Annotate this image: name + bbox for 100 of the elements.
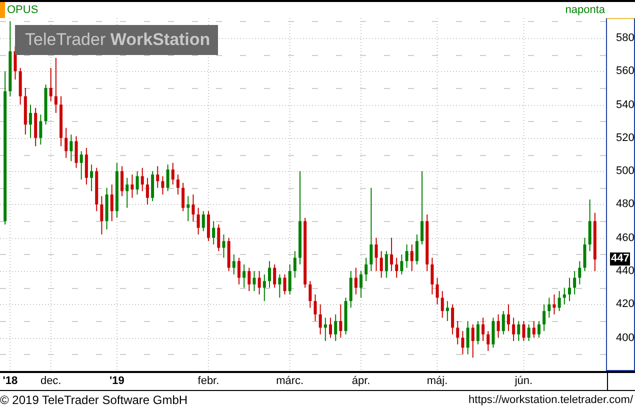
candle [100, 196, 104, 235]
candle [471, 324, 474, 358]
candle [90, 164, 94, 192]
candle [548, 297, 551, 318]
candle [222, 234, 226, 258]
candle [461, 330, 464, 355]
candle [502, 310, 505, 335]
date-label: máj. [426, 375, 448, 387]
candle [156, 166, 160, 188]
candle [384, 250, 388, 278]
candle [24, 87, 27, 136]
candle [304, 217, 307, 288]
instrument-name: OPUS [7, 4, 38, 16]
candle [395, 257, 398, 278]
candle [293, 250, 296, 278]
candle [196, 207, 200, 235]
candle [171, 162, 174, 185]
series-marker-icon [0, 2, 5, 18]
candle [64, 127, 68, 158]
candle [573, 270, 576, 295]
candle [360, 270, 363, 298]
candle [18, 67, 22, 106]
candle [227, 237, 230, 272]
candle [126, 177, 129, 208]
website-link[interactable]: https://workstation.teletrader.com/ [468, 394, 633, 406]
candle [74, 136, 78, 168]
candle [522, 320, 526, 342]
candle [54, 57, 58, 114]
candle [70, 134, 73, 162]
last-price-tag: 447 [610, 252, 630, 266]
candle [486, 330, 490, 352]
candle [390, 237, 394, 272]
candle [262, 274, 266, 302]
candle [517, 320, 520, 342]
candle [151, 170, 154, 202]
candle [95, 167, 98, 212]
candle [161, 176, 164, 195]
candle [192, 194, 195, 222]
price-tick-label: 540 [616, 98, 634, 111]
watermark-logo: TeleTrader WorkStation [15, 25, 218, 55]
candle [349, 270, 352, 308]
candle [29, 104, 32, 138]
candle [288, 264, 292, 295]
copyright-text: © 2019 TeleTrader Software GmbH [0, 392, 188, 406]
interval-label: naponta [565, 4, 606, 16]
candle [136, 170, 139, 195]
candle [558, 290, 561, 312]
candle [588, 199, 592, 252]
price-tick-label: 580 [616, 32, 634, 44]
candle [410, 244, 414, 272]
candle [496, 314, 500, 338]
candle [110, 184, 114, 222]
candle [146, 177, 149, 205]
candle [400, 254, 404, 275]
date-label: dec. [40, 375, 62, 387]
price-tick-label: 500 [616, 165, 634, 178]
candle [506, 304, 510, 332]
price-tick-label: 560 [616, 65, 634, 78]
candle [60, 96, 63, 147]
candle [273, 264, 276, 288]
candle [354, 267, 358, 295]
candle [130, 174, 134, 198]
candle [374, 237, 378, 272]
candle [252, 270, 256, 292]
candle [182, 182, 185, 212]
candle [314, 294, 317, 322]
candle [476, 320, 480, 345]
candle [512, 317, 516, 342]
candle [258, 270, 261, 295]
candle [176, 174, 180, 195]
candle [39, 114, 42, 146]
date-label: febr. [198, 375, 220, 387]
price-tick-label: 460 [616, 232, 634, 244]
candle [49, 67, 52, 102]
candle [248, 267, 251, 292]
candle [568, 277, 571, 302]
candle [186, 196, 190, 222]
candle [415, 234, 418, 265]
candle [436, 277, 439, 305]
candle [430, 257, 434, 295]
candle [206, 210, 210, 242]
date-label: '18 [2, 375, 18, 387]
candle [44, 84, 48, 126]
candle [324, 317, 327, 342]
candle [105, 187, 108, 230]
candle [242, 264, 246, 288]
date-label: jún. [514, 375, 533, 387]
candle [120, 166, 124, 197]
candle [339, 304, 342, 338]
candle [527, 324, 530, 342]
candle [552, 294, 556, 315]
candle [405, 244, 408, 268]
candle [583, 237, 586, 272]
candle [532, 320, 536, 338]
candle [329, 317, 332, 338]
candle [283, 274, 286, 295]
candle [268, 260, 271, 288]
candle [217, 224, 220, 252]
price-tick-label: 520 [616, 132, 634, 144]
candle [212, 220, 216, 245]
